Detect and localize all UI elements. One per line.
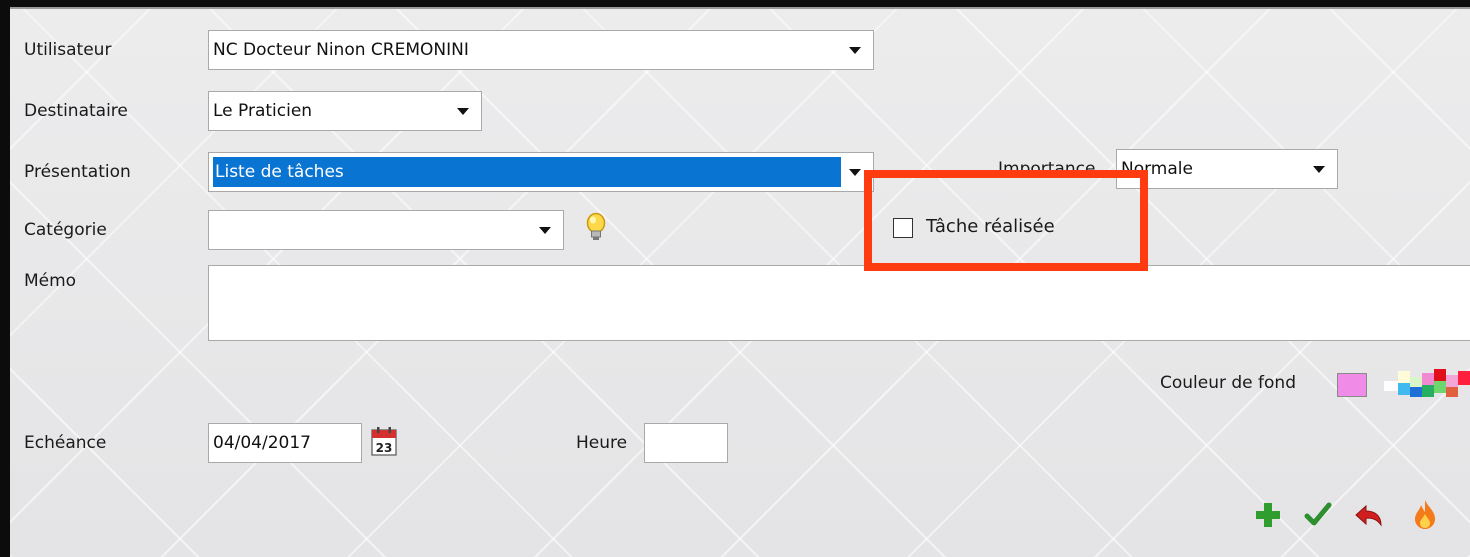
couleur-fond-label: Couleur de fond: [1160, 373, 1296, 393]
memo-textarea[interactable]: [208, 265, 1470, 341]
heure-input[interactable]: [644, 423, 728, 463]
utilisateur-label: Utilisateur: [24, 40, 112, 60]
chevron-down-icon: [849, 168, 861, 176]
importance-select[interactable]: Normale: [1116, 149, 1338, 189]
utilisateur-select[interactable]: NC Docteur Ninon CREMONINI: [208, 30, 874, 70]
destinataire-label: Destinataire: [24, 101, 128, 121]
tache-realisee-label[interactable]: Tâche réalisée: [926, 216, 1055, 237]
utilisateur-value: NC Docteur Ninon CREMONINI: [213, 40, 469, 60]
calendar-icon[interactable]: 23: [371, 426, 397, 456]
categorie-label: Catégorie: [24, 220, 107, 240]
add-icon[interactable]: [1254, 501, 1282, 529]
calendar-day-text: 23: [376, 441, 393, 455]
presentation-label: Présentation: [24, 162, 131, 182]
tache-realisee-checkbox[interactable]: [893, 218, 913, 238]
memo-label: Mémo: [24, 271, 77, 291]
presentation-select[interactable]: Liste de tâches: [208, 152, 874, 192]
destinataire-select[interactable]: Le Praticien: [208, 91, 482, 131]
lightbulb-icon[interactable]: [584, 212, 608, 244]
undo-icon[interactable]: [1352, 503, 1384, 529]
presentation-value: Liste de tâches: [213, 157, 841, 187]
echeance-value: 04/04/2017: [213, 433, 311, 453]
importance-value: Normale: [1121, 159, 1193, 179]
chevron-down-icon: [539, 226, 551, 234]
chevron-down-icon: [457, 107, 469, 115]
color-palette-icon[interactable]: [1384, 367, 1470, 399]
chevron-down-icon: [849, 46, 861, 54]
flame-icon[interactable]: [1412, 499, 1438, 531]
validate-check-icon[interactable]: [1304, 501, 1332, 529]
categorie-select[interactable]: [208, 210, 564, 250]
task-form-panel: Utilisateur NC Docteur Ninon CREMONINI D…: [10, 7, 1470, 557]
echeance-label: Echéance: [24, 433, 107, 453]
chevron-down-icon: [1313, 165, 1325, 173]
importance-label: Importance: [998, 159, 1096, 179]
echeance-date-input[interactable]: 04/04/2017: [208, 423, 362, 463]
heure-label: Heure: [576, 433, 628, 453]
background-color-swatch[interactable]: [1337, 373, 1367, 397]
destinataire-value: Le Praticien: [213, 101, 313, 121]
